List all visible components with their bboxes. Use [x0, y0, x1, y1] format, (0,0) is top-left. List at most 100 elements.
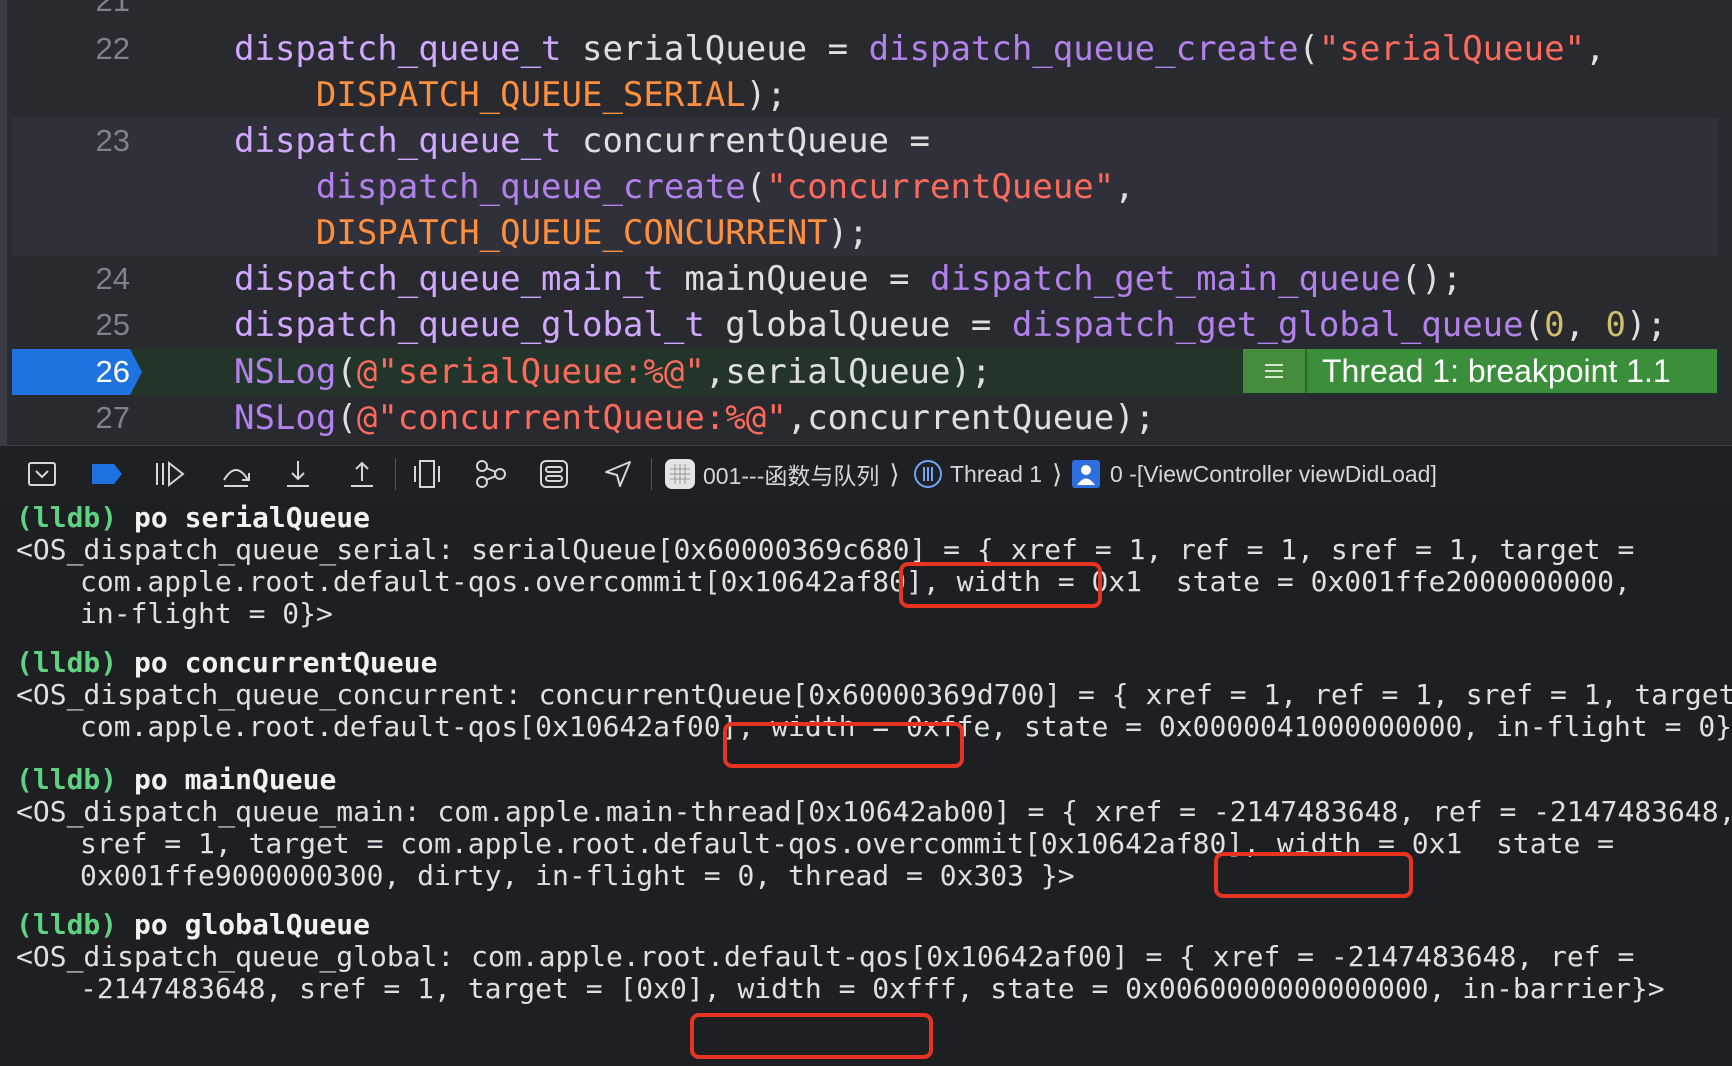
code-token: 0	[1605, 305, 1627, 345]
code-token: DISPATCH_QUEUE_CONCURRENT	[315, 213, 828, 253]
console-output-line: <OS_dispatch_queue_global: com.apple.roo…	[16, 941, 1634, 973]
console-output-line: <OS_dispatch_queue_main: com.apple.main-…	[16, 796, 1732, 828]
line-number: 25	[95, 307, 130, 342]
console-text: <OS_dispatch_queue_concurrent: concurren…	[16, 678, 1732, 711]
console-text: po serialQueue	[117, 502, 371, 534]
code-line[interactable]: dispatch_queue_create("concurrentQueue",	[12, 164, 1718, 210]
code-line[interactable]: 25 dispatch_queue_global_t globalQueue = …	[12, 302, 1718, 348]
target-name: 001---函数与队列	[703, 463, 880, 489]
line-number: 22	[95, 31, 130, 66]
console-command-line: (lldb) po serialQueue	[16, 502, 370, 534]
code-token: );	[1626, 305, 1667, 345]
line-number: 27	[95, 400, 130, 435]
code-token: NSLog	[234, 352, 337, 392]
jump-bar-thread[interactable]: Thread 1 ⟩	[914, 446, 1062, 502]
console-text: -2147483648, sref = 1, target = [0x0], w…	[80, 972, 1665, 1005]
code-token: concurrentQueue =	[561, 121, 930, 161]
code-token: dispatch_queue_create	[868, 29, 1299, 69]
code-text: NSLog(@"concurrentQueue:%@",concurrentQu…	[234, 395, 1155, 441]
lldb-console[interactable]: (lldb) po serialQueue <OS_dispatch_queue_…	[0, 502, 1732, 1066]
code-token: );	[827, 213, 869, 253]
console-text: 0x001ffe9000000300, dirty, in-flight = 0…	[80, 859, 1075, 892]
code-line[interactable]: 21	[12, 0, 1718, 24]
code-text: DISPATCH_QUEUE_CONCURRENT);	[234, 210, 869, 256]
jump-bar-target[interactable]: 001---函数与队列 ⟩	[665, 446, 900, 502]
breakpoints-toggle-icon[interactable]	[90, 446, 124, 502]
line-number: 26	[95, 354, 130, 389]
user-frame-icon	[1072, 460, 1100, 488]
menu-lines-icon	[1243, 349, 1307, 393]
code-line[interactable]: 23 dispatch_queue_t concurrentQueue =	[12, 118, 1718, 164]
code-token: (	[336, 398, 357, 438]
target-app-icon	[665, 459, 695, 489]
code-token: dispatch_queue_main_t	[234, 259, 664, 299]
console-text: com.apple.root.default-qos.overcommit[0x…	[80, 565, 1631, 598]
code-line[interactable]: 27 NSLog(@"concurrentQueue:%@",concurrent…	[12, 395, 1718, 441]
frame-name: 0 -[ViewController viewDidLoad]	[1110, 460, 1437, 487]
console-text: po concurrentQueue	[117, 646, 438, 679]
code-line[interactable]: DISPATCH_QUEUE_CONCURRENT);	[12, 210, 1718, 256]
console-text: po globalQueue	[117, 908, 371, 941]
highlight-box	[690, 1013, 933, 1059]
step-out-icon[interactable]	[348, 446, 376, 502]
code-token: ,concurrentQueue);	[786, 398, 1156, 438]
code-token: NSLog	[234, 398, 337, 438]
view-hierarchy-icon[interactable]	[412, 446, 442, 502]
code-text: dispatch_queue_main_t mainQueue = dispat…	[234, 256, 1462, 302]
source-editor[interactable]: 21 22 dispatch_queue_t serialQueue = dispa…	[0, 0, 1732, 445]
code-token: 0	[1544, 305, 1565, 345]
code-token: dispatch_queue_t	[234, 29, 562, 69]
lldb-prompt: (lldb)	[16, 763, 118, 796]
toolbar-separator	[651, 458, 652, 490]
console-command-line: (lldb) po globalQueue	[16, 909, 370, 941]
code-token: serialQueue =	[561, 29, 869, 69]
debug-toolbar: 001---函数与队列 ⟩ Thread 1 ⟩ 0 -[ViewControl…	[0, 445, 1732, 503]
step-over-icon[interactable]	[220, 446, 252, 502]
code-line[interactable]: 24 dispatch_queue_main_t mainQueue = disp…	[12, 256, 1718, 302]
code-token: "concurrentQueue"	[766, 167, 1115, 207]
console-output-line: -2147483648, sref = 1, target = [0x0], w…	[80, 973, 1665, 1005]
editor-gutter-edge	[0, 0, 7, 445]
highlight-box	[723, 722, 964, 768]
code-token: dispatch_queue_t	[234, 121, 562, 161]
highlight-box	[899, 562, 1102, 608]
code-line[interactable]: DISPATCH_QUEUE_SERIAL);	[12, 72, 1718, 118]
console-text: in-flight = 0}>	[80, 597, 333, 630]
code-token: "serialQueue"	[1318, 29, 1586, 69]
simulate-location-icon[interactable]	[602, 446, 634, 502]
code-token: );	[745, 75, 787, 115]
code-token: (	[745, 167, 767, 207]
highlight-box	[1214, 852, 1413, 898]
environment-overrides-icon[interactable]	[538, 446, 570, 502]
jump-bar-frame[interactable]: 0 -[ViewController viewDidLoad]	[1072, 446, 1437, 502]
console-text: po mainQueue	[117, 763, 337, 796]
code-token: ,	[1564, 305, 1606, 345]
code-token: dispatch_queue_global_t	[234, 305, 705, 345]
code-token: (	[1523, 305, 1545, 345]
code-text: NSLog(@"serialQueue:%@",serialQueue);	[234, 349, 991, 395]
code-text: DISPATCH_QUEUE_SERIAL);	[234, 72, 787, 118]
step-into-icon[interactable]	[284, 446, 312, 502]
thread-icon	[914, 460, 942, 488]
code-token: dispatch_queue_create	[315, 167, 746, 207]
lldb-prompt: (lldb)	[16, 502, 118, 534]
continue-icon[interactable]	[152, 446, 186, 502]
code-token: DISPATCH_QUEUE_SERIAL	[315, 75, 746, 115]
hide-debug-area-icon[interactable]	[26, 446, 58, 502]
console-output-line: 0x001ffe9000000300, dirty, in-flight = 0…	[80, 860, 1075, 892]
memory-graph-icon[interactable]	[474, 446, 508, 502]
code-text: dispatch_queue_global_t globalQueue = di…	[234, 302, 1667, 348]
thread-name: Thread 1	[950, 460, 1043, 487]
line-number: 24	[95, 261, 130, 296]
console-output-line: com.apple.root.default-qos.overcommit[0x…	[80, 566, 1631, 598]
console-text: <OS_dispatch_queue_main: com.apple.main-…	[16, 795, 1732, 828]
breakpoint-label: Thread 1: breakpoint 1.1	[1322, 353, 1671, 389]
code-token: mainQueue =	[663, 259, 930, 299]
thread-breakpoint-badge[interactable]: Thread 1: breakpoint 1.1	[1243, 349, 1717, 393]
code-line[interactable]: 22 dispatch_queue_t serialQueue = dispatc…	[12, 26, 1718, 72]
toolbar-separator	[395, 458, 396, 490]
console-output-line: <OS_dispatch_queue_concurrent: concurren…	[16, 679, 1732, 711]
